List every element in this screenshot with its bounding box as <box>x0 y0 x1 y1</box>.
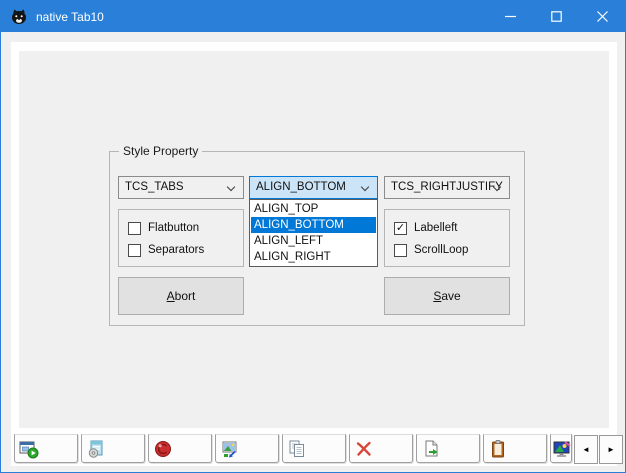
copy-icon <box>287 439 307 459</box>
checkbox-box-checked[interactable]: ✓ <box>394 222 407 235</box>
dropdown-option-align-right[interactable]: ALIGN_RIGHT <box>251 249 376 265</box>
maximize-button[interactable] <box>533 1 579 32</box>
combo-align-value: ALIGN_BOTTOM <box>256 181 346 193</box>
tab-delete[interactable] <box>349 434 413 463</box>
checkbox-flatbutton[interactable]: Flatbutton <box>128 221 199 235</box>
tab-scroll-left-button[interactable]: ◄ <box>574 435 598 464</box>
titlebar: native Tab10 <box>1 1 625 32</box>
tab-scroll-right-button[interactable]: ► <box>599 435 623 464</box>
checkbox-box[interactable] <box>394 244 407 257</box>
combo-justify[interactable]: TCS_RIGHTJUSTIFY <box>384 176 510 199</box>
checkbox-frame-left <box>118 209 244 267</box>
clipboard-icon <box>488 439 508 459</box>
delete-icon <box>354 439 374 459</box>
checkbox-label: Flatbutton <box>148 222 199 234</box>
export-doc-icon <box>421 439 441 459</box>
combo-tcs-tabs-value: TCS_TABS <box>125 181 184 193</box>
app-panther-icon <box>10 8 28 25</box>
chevron-down-icon <box>362 184 370 192</box>
checkbox-separators[interactable]: Separators <box>128 243 204 257</box>
tab-export-doc[interactable] <box>416 434 480 463</box>
run-form-icon <box>19 439 39 459</box>
dropdown-option-align-bottom[interactable]: ALIGN_BOTTOM <box>251 217 376 233</box>
save-rest: ave <box>441 289 460 303</box>
tab-clipboard[interactable] <box>483 434 547 463</box>
tab-display-properties[interactable] <box>550 434 572 463</box>
save-button[interactable]: Save <box>384 277 510 315</box>
chevron-down-icon <box>228 184 236 192</box>
tab-setup[interactable] <box>81 434 145 463</box>
picture-arrow-icon <box>220 439 240 459</box>
combo-justify-value: TCS_RIGHTJUSTIFY <box>391 181 503 193</box>
checkbox-scrollloop[interactable]: ScrollLoop <box>394 243 468 257</box>
tab-copy[interactable] <box>282 434 346 463</box>
checkbox-label: ScrollLoop <box>414 244 468 256</box>
checkbox-label: Labelleft <box>414 222 457 234</box>
align-dropdown-list: ALIGN_TOP ALIGN_BOTTOM ALIGN_LEFT ALIGN_… <box>249 199 378 267</box>
dropdown-option-align-top[interactable]: ALIGN_TOP <box>251 201 376 217</box>
maximize-icon <box>551 11 562 22</box>
abort-rest: bort <box>175 289 196 303</box>
group-legend: Style Property <box>119 144 202 158</box>
minimize-button[interactable] <box>487 1 533 32</box>
display-properties-icon <box>552 439 572 459</box>
arrow-right-icon: ► <box>607 445 615 454</box>
abort-accel: A <box>167 289 175 303</box>
combo-align[interactable]: ALIGN_BOTTOM <box>249 176 378 199</box>
window-title: native Tab10 <box>36 10 104 24</box>
checkbox-frame-right <box>384 209 510 267</box>
checkbox-box[interactable] <box>128 222 141 235</box>
setup-disk-icon <box>86 439 106 459</box>
tab-run-form[interactable] <box>14 434 78 463</box>
arrow-left-icon: ◄ <box>582 445 590 454</box>
abort-button[interactable]: Abort <box>118 277 244 315</box>
checkbox-box[interactable] <box>128 244 141 257</box>
combo-tcs-tabs[interactable]: TCS_TABS <box>118 176 244 199</box>
check-icon: ✓ <box>396 223 405 234</box>
red-disc-icon <box>153 439 173 459</box>
app-window: native Tab10 Style Property <box>0 0 626 473</box>
checkbox-labelleft[interactable]: ✓ Labelleft <box>394 221 457 235</box>
tab-picture[interactable] <box>215 434 279 463</box>
minimize-icon <box>505 11 516 22</box>
chevron-down-icon <box>494 184 502 192</box>
dropdown-option-align-left[interactable]: ALIGN_LEFT <box>251 233 376 249</box>
close-button[interactable] <box>579 1 625 32</box>
checkbox-label: Separators <box>148 244 204 256</box>
tab-red-disc[interactable] <box>148 434 212 463</box>
close-icon <box>597 11 608 22</box>
